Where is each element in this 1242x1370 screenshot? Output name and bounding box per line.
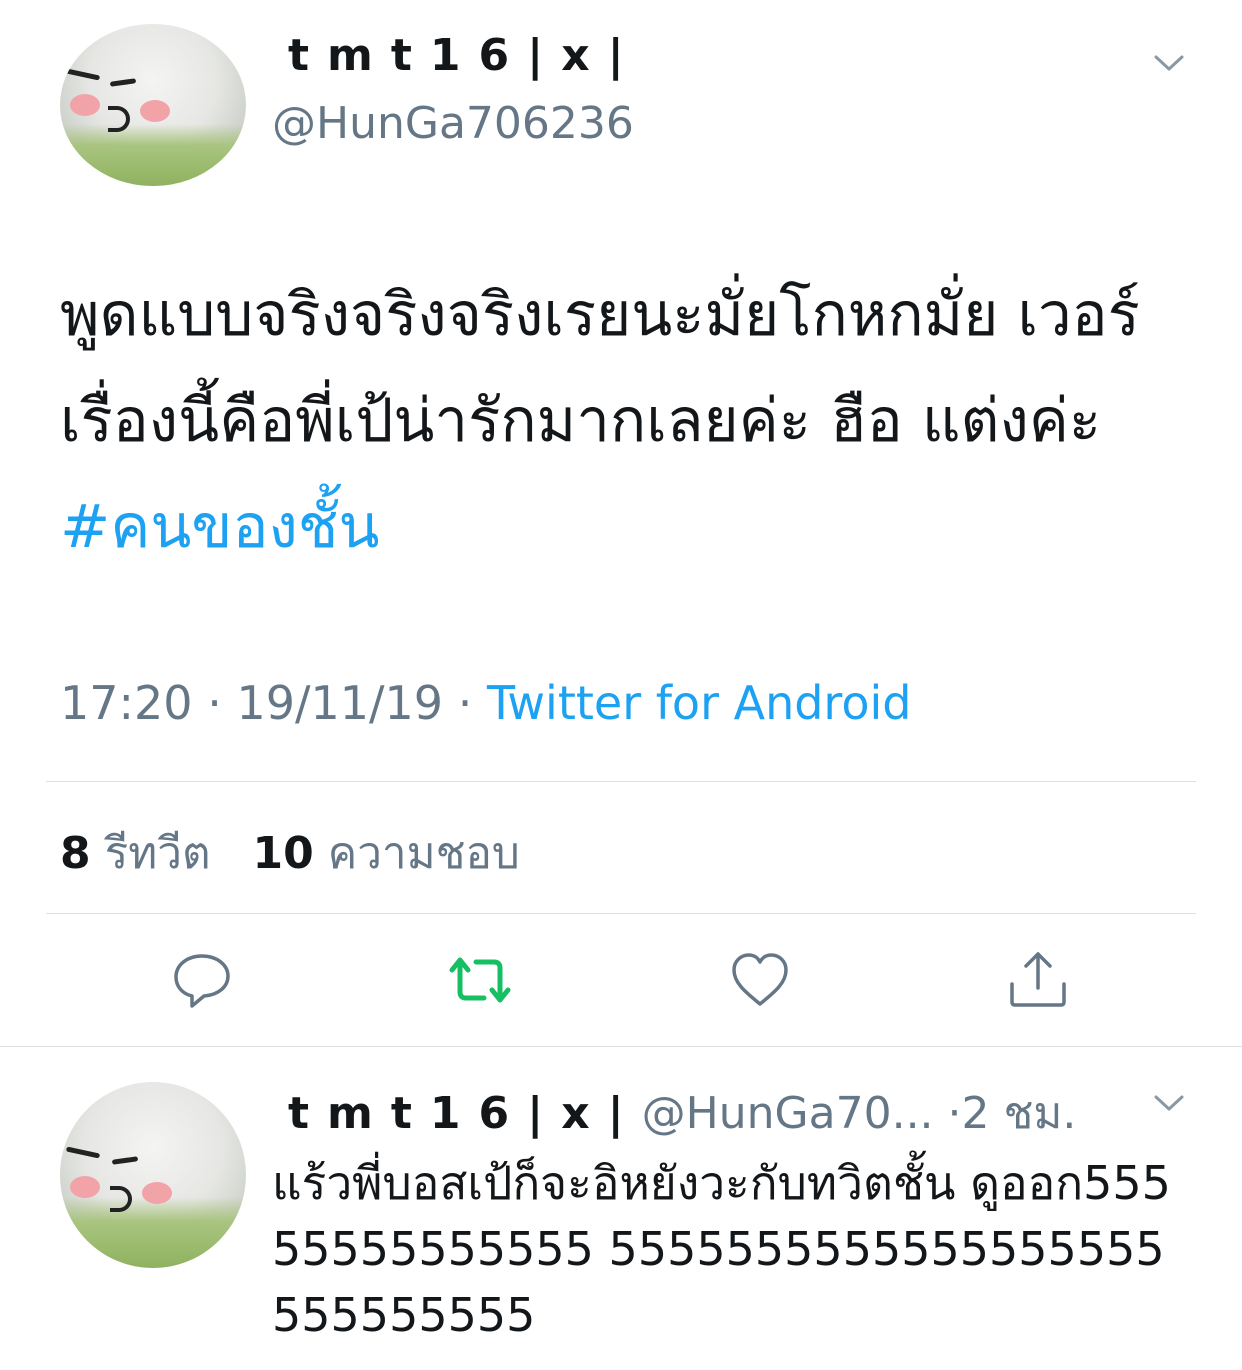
tweet-meta: 17:20 · 19/11/19 · Twitter for Android [60, 676, 911, 730]
retweet-label[interactable]: รีทวีต [105, 828, 211, 879]
meta-separator: · [947, 1088, 962, 1139]
retweet-icon[interactable] [448, 948, 512, 1012]
avatar[interactable] [60, 1082, 246, 1268]
share-icon[interactable] [1006, 948, 1070, 1012]
like-count[interactable]: 10 [253, 828, 314, 879]
heart-icon[interactable] [728, 948, 792, 1012]
divider [46, 913, 1196, 914]
user-handle[interactable]: @HunGa70... [642, 1088, 934, 1139]
display-name[interactable]: tmt16|x| [288, 30, 642, 81]
like-label[interactable]: ความชอบ [328, 828, 520, 879]
divider [0, 1046, 1242, 1047]
reply-header: tmt16|x|@HunGa70... ·2 ชม. [272, 1078, 1076, 1148]
tweet-text: พูดแบบจริงจริงจริงเรยนะมั่ยโกหกมั่ย เวอร… [60, 262, 1200, 580]
reply-time: 2 ชม. [961, 1088, 1077, 1139]
tweet-stats: 8 รีทวีต 10 ความชอบ [60, 818, 548, 888]
chevron-down-icon[interactable] [1154, 54, 1184, 72]
meta-separator: · [457, 676, 473, 730]
meta-separator: · [207, 676, 222, 730]
tweet-body: พูดแบบจริงจริงจริงเรยนะมั่ยโกหกมั่ย เวอร… [60, 280, 1140, 456]
retweet-count[interactable]: 8 [60, 828, 91, 879]
source-link[interactable]: Twitter for Android [487, 676, 912, 730]
display-name[interactable]: tmt16|x| [288, 1088, 642, 1139]
reply-icon[interactable] [170, 948, 234, 1012]
chevron-down-icon[interactable] [1154, 1094, 1184, 1112]
tweet-date: 19/11/19 [236, 676, 444, 730]
tweet-time: 17:20 [60, 676, 193, 730]
divider [46, 781, 1196, 782]
user-handle[interactable]: @HunGa706236 [272, 98, 634, 149]
avatar[interactable] [60, 24, 246, 186]
hashtag-link[interactable]: #คนของชั้น [60, 492, 380, 562]
reply-text: แร้วพี่บอสเป้ก็จะอิหยังวะกับทวิตชั้น ดูอ… [272, 1156, 1171, 1342]
